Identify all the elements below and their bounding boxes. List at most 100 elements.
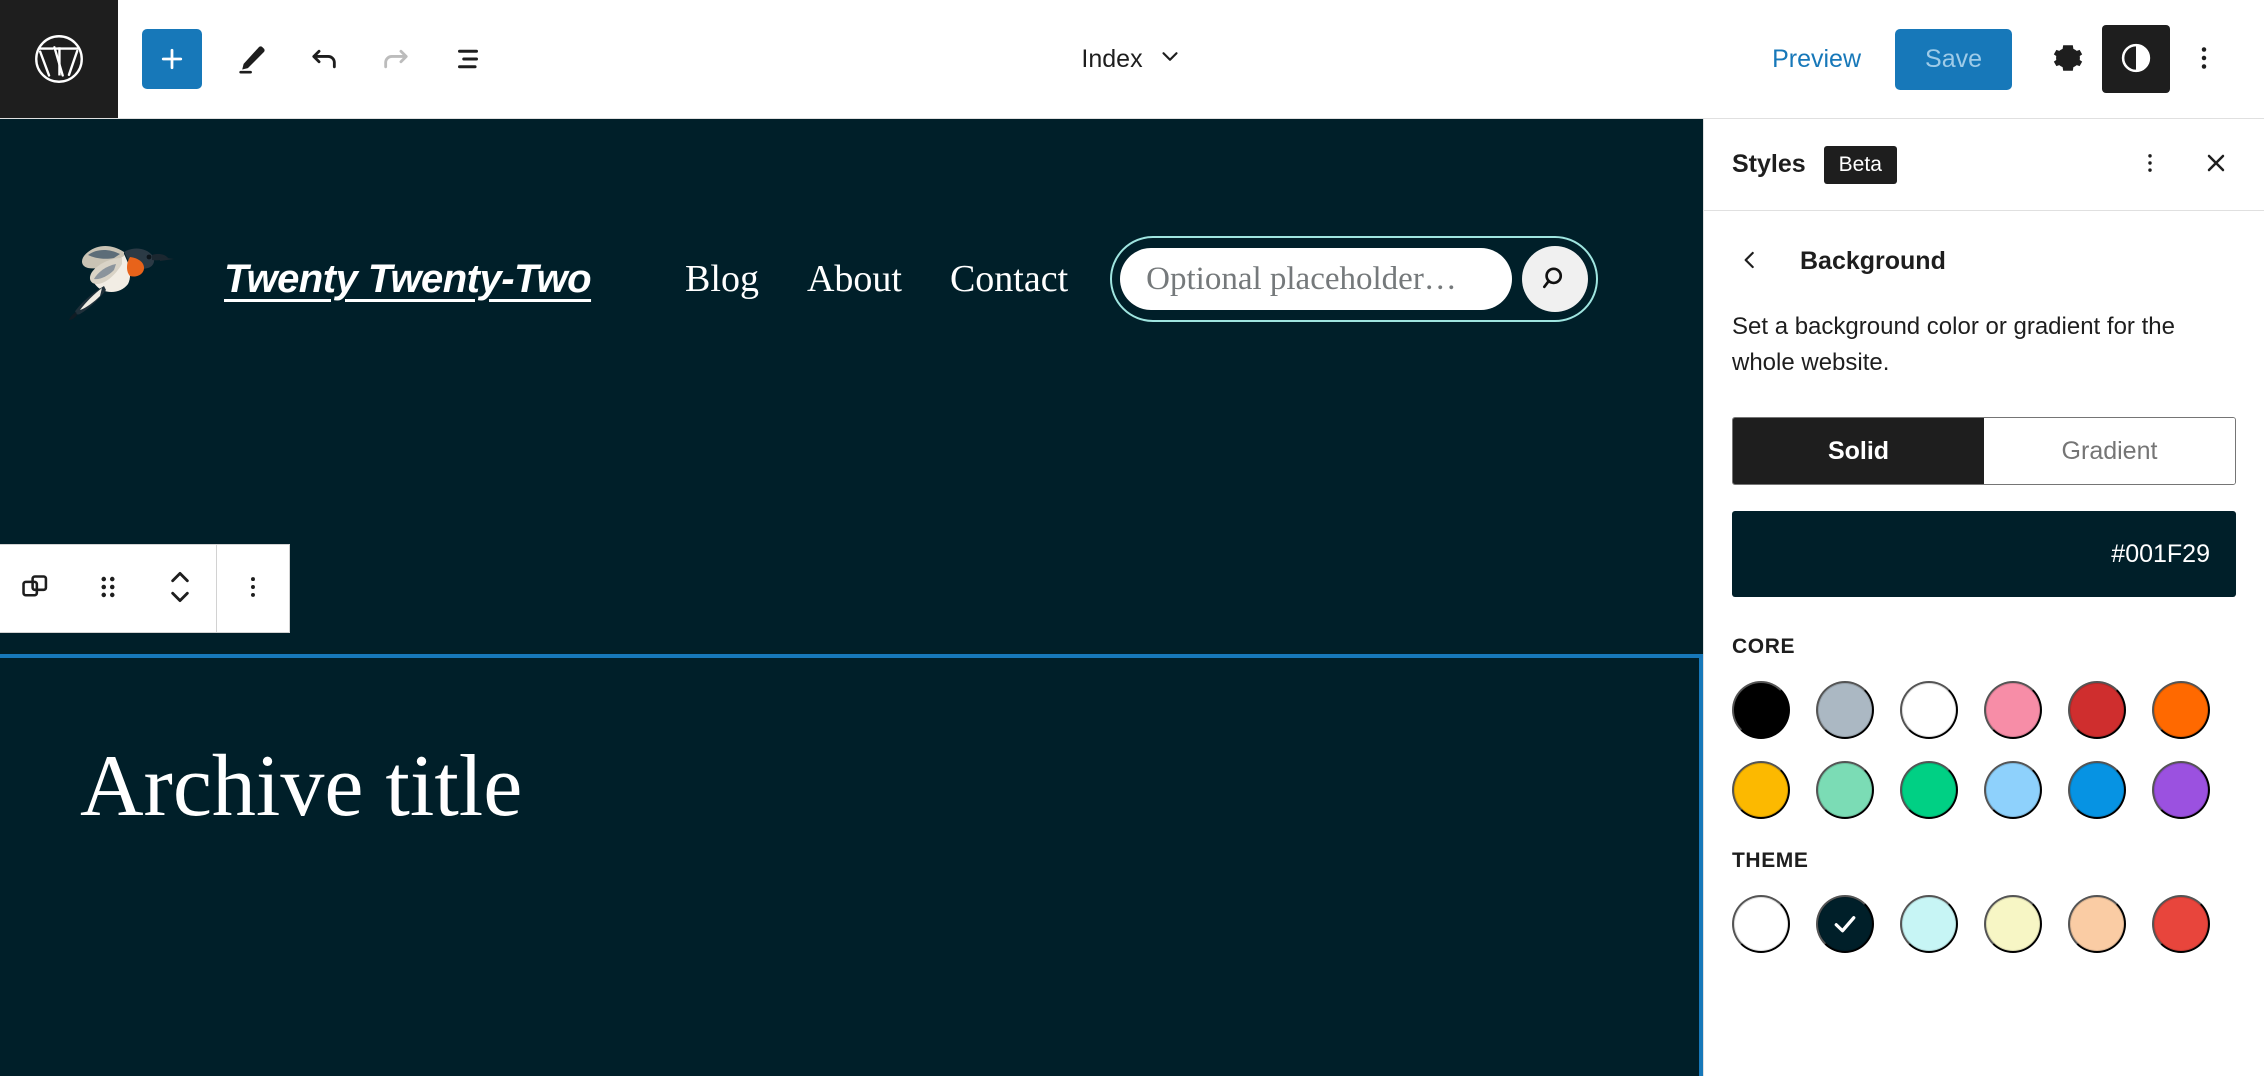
archive-title: Archive title — [80, 739, 522, 836]
swatch-cell — [1984, 895, 2068, 953]
nav-link-contact[interactable]: Contact — [950, 257, 1068, 301]
list-view-button[interactable] — [432, 23, 504, 95]
hummingbird-logo-icon[interactable] — [64, 224, 184, 334]
search-block-icon — [19, 570, 53, 607]
search-block[interactable] — [1110, 236, 1598, 322]
color-type-toggle: Solid Gradient — [1732, 417, 2236, 485]
styles-breadcrumb-nav: Background — [1732, 239, 2236, 283]
nav-link-about[interactable]: About — [807, 257, 902, 301]
search-input[interactable] — [1120, 248, 1512, 310]
toggle-option-solid[interactable]: Solid — [1733, 418, 1984, 484]
styles-sidebar-header: Styles Beta — [1704, 119, 2264, 211]
swatch-cell — [2068, 895, 2152, 953]
swatch-cell — [1816, 761, 1900, 819]
block-toolbar-options-group — [217, 545, 289, 632]
swatch-cell — [1984, 681, 2068, 739]
more-options-button[interactable] — [2170, 25, 2238, 93]
site-header-template-part: Twenty Twenty-Two Blog About Contact — [0, 119, 1703, 439]
color-swatch-secondary-peach[interactable] — [2068, 895, 2126, 953]
color-swatch-background-dark[interactable] — [1816, 895, 1874, 953]
swatch-cell — [1732, 895, 1816, 953]
current-color-hex: #001F29 — [2111, 540, 2210, 569]
move-block-button[interactable] — [144, 545, 216, 632]
styles-button[interactable] — [2102, 25, 2170, 93]
swatch-cell — [1816, 895, 1900, 953]
color-swatch-black[interactable] — [1732, 681, 1790, 739]
color-swatch-accent-red[interactable] — [2152, 895, 2210, 953]
preview-button[interactable]: Preview — [1752, 31, 1881, 88]
edit-tool-button[interactable] — [216, 23, 288, 95]
document-title-label: Index — [1081, 45, 1142, 74]
swatch-cell — [1900, 761, 1984, 819]
toggle-option-gradient[interactable]: Gradient — [1984, 418, 2235, 484]
ellipsis-vertical-icon — [239, 573, 267, 604]
swatch-cell — [1732, 761, 1816, 819]
color-swatch-vivid-green-cyan[interactable] — [1900, 761, 1958, 819]
redo-icon — [379, 42, 413, 76]
gear-icon — [2051, 41, 2085, 78]
color-swatch-white[interactable] — [1900, 681, 1958, 739]
undo-button[interactable] — [288, 23, 360, 95]
swatch-cell — [2152, 681, 2236, 739]
core-palette-group: CORE — [1732, 635, 2236, 819]
site-title-link[interactable]: Twenty Twenty-Two — [224, 257, 591, 302]
color-swatch-luminous-vivid-amber[interactable] — [1732, 761, 1790, 819]
drag-handle-button[interactable] — [72, 545, 144, 632]
document-title-button[interactable]: Index — [1065, 33, 1198, 86]
search-submit-button[interactable] — [1522, 246, 1588, 312]
current-color-preview[interactable]: #001F29 — [1732, 511, 2236, 597]
color-swatch-foreground-white[interactable] — [1732, 895, 1790, 953]
color-swatch-luminous-vivid-orange[interactable] — [2152, 681, 2210, 739]
post-title-link[interactable]: Lorem Ipsum — [80, 1069, 470, 1076]
color-swatch-vivid-cyan-blue[interactable] — [2068, 761, 2126, 819]
chevron-down-icon — [1157, 43, 1183, 76]
block-type-button[interactable] — [0, 545, 72, 632]
back-button[interactable] — [1728, 239, 1772, 283]
undo-icon — [307, 42, 341, 76]
color-swatch-pale-pink[interactable] — [1984, 681, 2042, 739]
list-view-icon — [451, 42, 485, 76]
site-navigation: Blog About Contact — [685, 257, 1068, 301]
drag-handle-icon — [94, 570, 122, 607]
wordpress-logo-button[interactable] — [0, 0, 118, 118]
styles-sidebar: Styles Beta — [1703, 119, 2264, 1076]
search-icon — [1539, 262, 1571, 297]
move-up-down-icon — [165, 568, 195, 609]
color-swatch-primary-pale-yellow[interactable] — [1984, 895, 2042, 953]
save-button[interactable]: Save — [1895, 29, 2012, 90]
styles-more-options-button[interactable] — [2122, 137, 2178, 193]
styles-panel-title: Styles — [1732, 150, 1806, 179]
section-description: Set a background color or gradient for t… — [1732, 309, 2202, 381]
swatch-cell — [1900, 681, 1984, 739]
color-swatch-light-green-cyan[interactable] — [1816, 761, 1874, 819]
ellipsis-vertical-icon — [2189, 43, 2219, 76]
close-icon — [2201, 148, 2231, 181]
color-swatch-vivid-purple[interactable] — [2152, 761, 2210, 819]
styles-header-actions — [2122, 137, 2244, 193]
pencil-icon — [235, 42, 269, 76]
color-swatch-tertiary-pale-cyan[interactable] — [1900, 895, 1958, 953]
close-styles-button[interactable] — [2188, 137, 2244, 193]
toolbar-left-group — [118, 0, 504, 118]
color-swatch-pale-cyan-blue[interactable] — [1984, 761, 2042, 819]
redo-button[interactable] — [360, 23, 432, 95]
block-options-button[interactable] — [217, 545, 289, 632]
chevron-left-icon — [1737, 247, 1763, 276]
color-swatch-vivid-red[interactable] — [2068, 681, 2126, 739]
editor-top-toolbar: Index Preview Save — [0, 0, 2264, 119]
editor-canvas: Twenty Twenty-Two Blog About Contact — [0, 119, 1703, 1076]
core-swatch-grid — [1732, 681, 2236, 819]
block-inserter-button[interactable] — [142, 29, 202, 89]
styles-sidebar-body: Background Set a background color or gra… — [1704, 211, 2264, 953]
swatch-cell — [2068, 761, 2152, 819]
toolbar-right-group: Preview Save — [1752, 0, 2264, 118]
color-swatch-cyan-bluish-gray[interactable] — [1816, 681, 1874, 739]
core-palette-label: CORE — [1732, 635, 2236, 659]
block-toolbar — [0, 544, 290, 633]
beta-badge: Beta — [1824, 146, 1897, 184]
swatch-cell — [2152, 895, 2236, 953]
settings-button[interactable] — [2034, 25, 2102, 93]
nav-link-blog[interactable]: Blog — [685, 257, 759, 301]
ellipsis-vertical-icon — [2137, 150, 2163, 179]
theme-palette-group: THEME — [1732, 849, 2236, 953]
